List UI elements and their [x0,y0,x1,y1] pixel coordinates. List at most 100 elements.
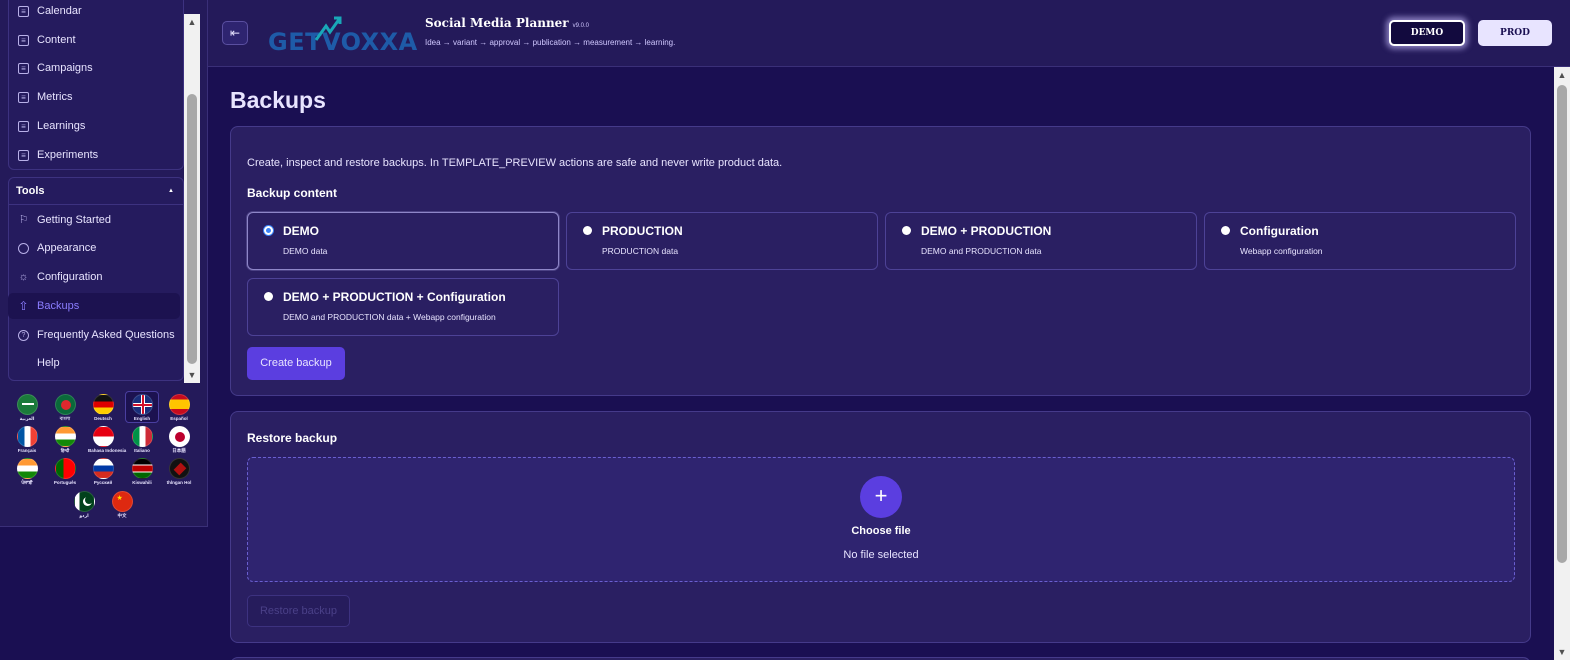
scroll-up-arrow-icon[interactable]: ▲ [1554,67,1570,83]
backup-content-title: Backup content [247,186,338,200]
lang-ar[interactable]: العربية [12,394,42,421]
lang-pa[interactable]: ਪੰਜਾਬੀ [12,458,42,485]
lang-ja[interactable]: 日本語 [164,426,194,453]
app-subtitle: Idea → variant → approval → publication … [425,38,676,47]
radio-icon[interactable] [902,226,911,235]
radio-selected-icon[interactable] [264,226,273,235]
backup-option-production[interactable]: PRODUCTION PRODUCTION data [566,212,878,270]
lang-it[interactable]: Italiano [127,426,157,453]
flag-icon: ⚐ [18,213,29,226]
bangladesh-flag-icon [54,394,76,415]
sidebar-scrollbar[interactable]: ▲ ▼ [184,14,200,383]
sidebar-item-learnings[interactable]: ≡ Learnings [8,113,180,139]
main-content: Backups Create, inspect and restore back… [208,67,1554,660]
collapse-sidebar-button[interactable]: ⇤ [222,21,248,45]
help-circle-icon: ? [18,329,29,341]
italy-flag-icon [131,426,153,447]
option-subtitle: PRODUCTION data [602,246,679,256]
radio-icon[interactable] [264,292,273,301]
lang-id[interactable]: Bahasa Indonesia [88,426,126,453]
document-icon: ≡ [18,34,29,46]
lang-ur[interactable]: اردو [69,491,99,518]
tools-section-toggle[interactable]: Tools ▲ [8,177,184,205]
sidebar-item-calendar[interactable]: ≡ Calendar [8,0,180,24]
choose-file-label[interactable]: Choose file [248,525,1514,537]
backup-option-demo[interactable]: DEMO DEMO data [247,212,559,270]
backup-description: Create, inspect and restore backups. In … [247,157,783,169]
sidebar-item-getting-started[interactable]: ⚐ Getting Started [8,207,180,233]
logo-text: GETVOXXA [268,28,418,56]
sidebar-scroll-thumb[interactable] [187,94,197,364]
sidebar-item-help[interactable]: Help [8,350,180,376]
japan-flag-icon [168,426,190,447]
portugal-flag-icon [54,458,76,479]
lang-de[interactable]: Deutsch [88,394,118,421]
sidebar-item-configuration[interactable]: ☼ Configuration [8,264,180,290]
no-file-status: No file selected [843,549,919,561]
add-file-plus-icon[interactable]: + [860,476,902,518]
sidebar: ≡ Calendar ≡ Content ≡ Campaigns ≡ Metri… [0,0,208,527]
scroll-down-arrow-icon[interactable]: ▼ [184,367,200,383]
lang-label: ਪੰਜਾਬੀ [21,480,33,485]
uk-flag-icon [131,394,153,415]
main-scroll-thumb[interactable] [1557,85,1567,563]
backup-option-all[interactable]: DEMO + PRODUCTION + Configuration DEMO a… [247,278,559,336]
document-icon: ≡ [18,149,29,161]
sidebar-item-faq[interactable]: ? Frequently Asked Questions [8,322,180,348]
france-flag-icon [16,426,38,447]
backup-option-configuration[interactable]: Configuration Webapp configuration [1204,212,1516,270]
chevron-up-icon: ▲ [168,187,174,194]
sidebar-nav: ≡ Calendar ≡ Content ≡ Campaigns ≡ Metri… [0,0,200,383]
sidebar-item-backups[interactable]: ⇧ Backups [8,293,180,319]
env-prod-button[interactable]: PROD [1478,20,1552,46]
main-scrollbar[interactable]: ▲ ▼ [1554,67,1570,660]
sidebar-item-content[interactable]: ≡ Content [8,27,180,53]
scroll-down-arrow-icon[interactable]: ▼ [1554,644,1570,660]
app-version: v9.0.0 [572,23,589,29]
lang-es[interactable]: Español [164,394,194,421]
lang-label: 中文 [117,513,127,518]
palette-icon [18,242,29,254]
upload-icon: ⇧ [18,298,29,313]
restore-backup-button[interactable]: Restore backup [247,595,350,627]
env-demo-button[interactable]: DEMO [1389,20,1465,46]
file-dropzone[interactable]: + Choose file No file selected [247,457,1515,582]
scroll-up-arrow-icon[interactable]: ▲ [184,14,200,30]
option-title: DEMO [283,224,319,238]
lang-label: اردو [79,513,89,518]
lang-label: Français [17,448,37,453]
lang-sw[interactable]: Kiswahili [127,458,157,485]
sidebar-item-metrics[interactable]: ≡ Metrics [8,84,180,110]
backup-option-demo-production[interactable]: DEMO + PRODUCTION DEMO and PRODUCTION da… [885,212,1197,270]
top-header: ⇤ GETVOXXA Social Media Planner v9.0.0 Id… [208,0,1570,67]
russia-flag-icon [92,458,114,479]
create-backup-button[interactable]: Create backup [247,347,345,380]
document-icon: ≡ [18,62,29,74]
sidebar-item-campaigns[interactable]: ≡ Campaigns [8,55,180,81]
lang-tlh[interactable]: thlngan Hol [164,458,194,485]
page-title: Backups [230,87,326,113]
option-title: DEMO + PRODUCTION [921,224,1052,238]
lang-hi[interactable]: हिन्दी [50,426,80,453]
lang-bn[interactable]: বাংলা [50,394,80,421]
lang-label: Deutsch [94,416,112,421]
lang-label: বাংলা [59,416,71,421]
radio-icon[interactable] [583,226,592,235]
indonesia-flag-icon [92,426,114,447]
sidebar-item-experiments[interactable]: ≡ Experiments [8,142,180,168]
sidebar-item-label: Metrics [37,91,73,103]
option-title: PRODUCTION [602,224,683,238]
radio-icon[interactable] [1221,226,1230,235]
option-subtitle: DEMO and PRODUCTION data [921,246,1042,256]
option-subtitle: Webapp configuration [1240,246,1323,256]
restore-title: Restore backup [247,431,338,445]
lang-zh[interactable]: ★ 中文 [107,491,137,518]
sidebar-item-appearance[interactable]: Appearance [8,235,180,261]
sidebar-item-label: Campaigns [37,62,93,74]
lang-pt[interactable]: Português [50,458,80,485]
lang-en[interactable]: English [125,391,159,423]
app-title-text: Social Media Planner [425,16,569,30]
lang-fr[interactable]: Français [12,426,42,453]
lang-ru[interactable]: Русский [88,458,118,485]
saudi-flag-icon [16,394,38,415]
